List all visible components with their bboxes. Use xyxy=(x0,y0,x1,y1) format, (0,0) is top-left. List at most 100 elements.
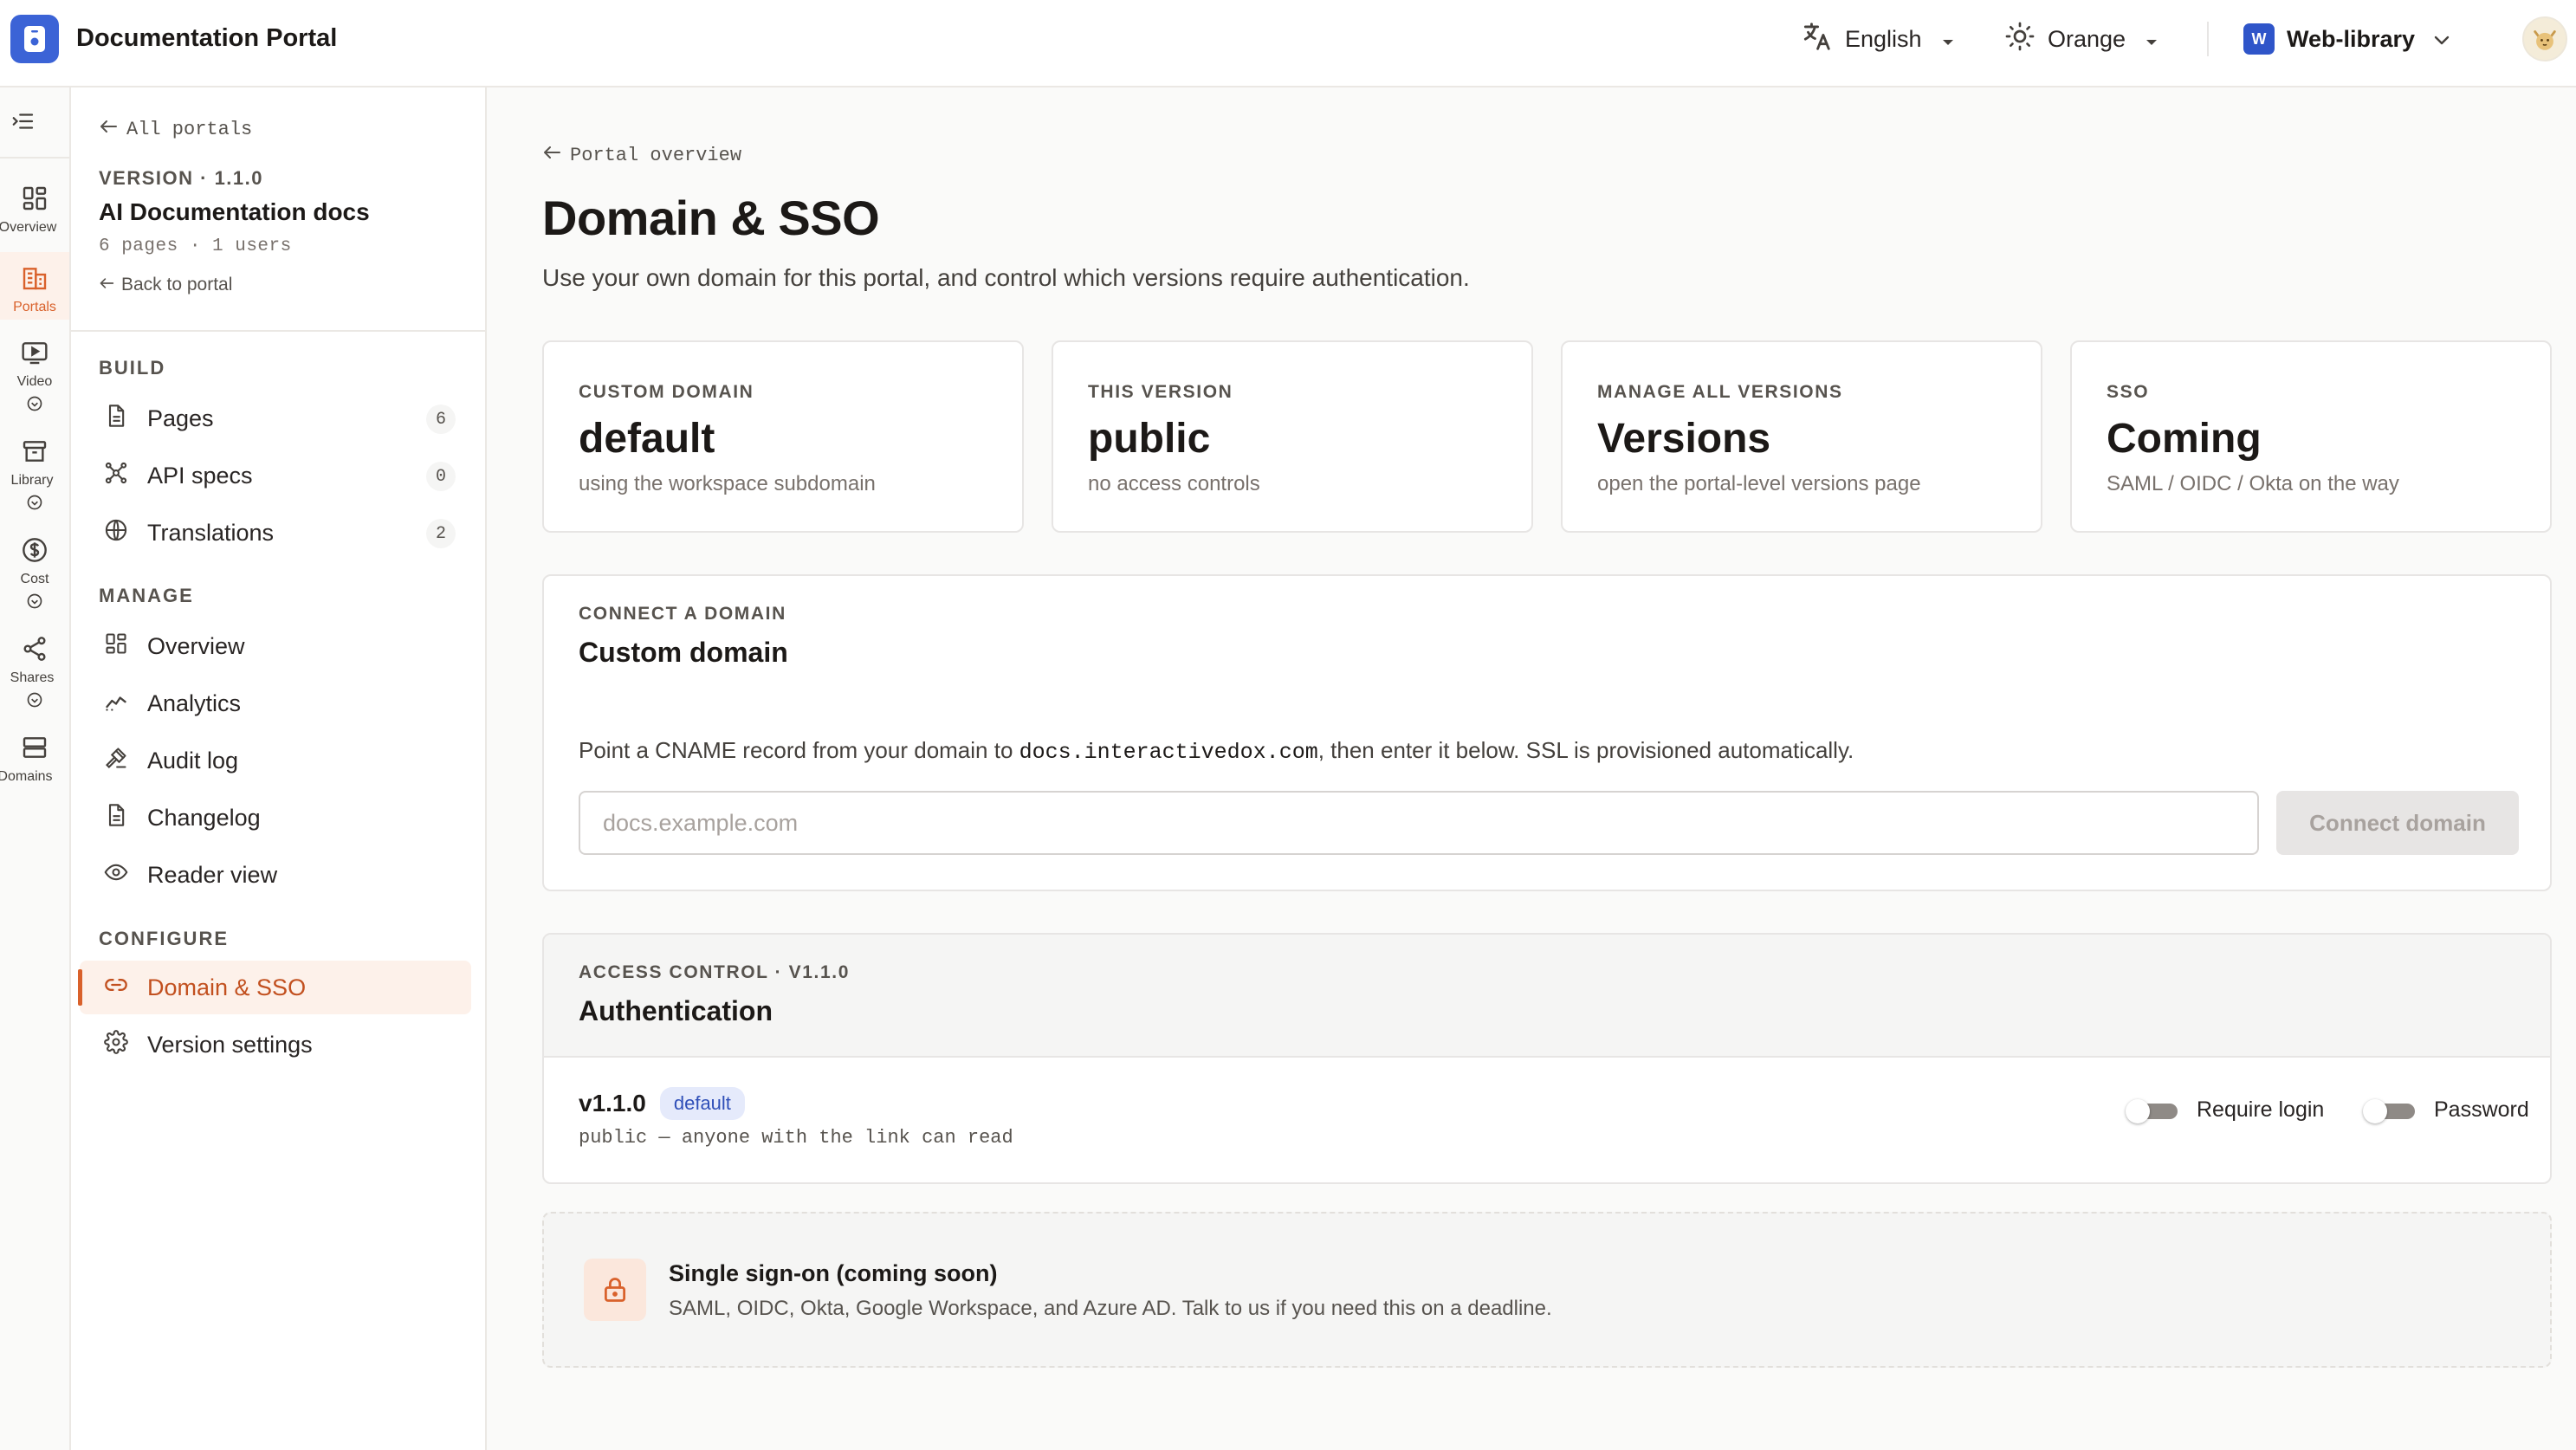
card-title: Custom domain xyxy=(579,637,788,668)
breadcrumb-label: Portal overview xyxy=(570,145,742,166)
grid-icon xyxy=(21,184,49,217)
gavel-icon xyxy=(104,746,128,776)
link-icon xyxy=(104,973,128,1003)
toggle-switch[interactable] xyxy=(2126,1098,2178,1123)
sso-desc: SAML, OIDC, Okta, Google Workspace, and … xyxy=(669,1297,1552,1320)
nav-label: Domain & SSO xyxy=(147,974,307,1000)
nav-item-changelog[interactable]: Changelog xyxy=(80,791,471,845)
chevron-down-icon xyxy=(2432,26,2451,53)
cname-text-after: , then enter it below. SSL is provisione… xyxy=(1317,737,1854,763)
app-logo-icon[interactable] xyxy=(10,15,59,63)
rail-item-portals[interactable]: Portals xyxy=(0,252,69,320)
video-icon xyxy=(21,339,49,371)
archive-icon xyxy=(21,437,49,469)
section-configure: CONFIGURE xyxy=(99,928,229,949)
rail-label: Cost xyxy=(20,572,49,586)
stat-key: SSO xyxy=(2107,382,2150,402)
cname-text-before: Point a CNAME record from your domain to xyxy=(579,737,1019,763)
rail-item-cost[interactable]: Cost xyxy=(0,536,69,614)
rail-item-shares[interactable]: Shares xyxy=(0,635,69,713)
card-kicker: ACCESS CONTROL · V1.1.0 xyxy=(579,962,850,982)
chevron-circle-icon[interactable] xyxy=(26,592,43,614)
dollar-icon xyxy=(21,536,49,568)
nav-item-audit-log[interactable]: Audit log xyxy=(80,734,471,787)
nav-item-domain-sso[interactable]: Domain & SSO xyxy=(78,961,471,1014)
connect-domain-button[interactable]: Connect domain xyxy=(2276,791,2519,855)
chevron-circle-icon[interactable] xyxy=(26,395,43,417)
nav-label: Analytics xyxy=(147,689,242,716)
breadcrumb[interactable]: Portal overview xyxy=(542,145,741,166)
document-icon xyxy=(104,803,128,833)
stat-card-this-version: THIS VERSION public no access controls xyxy=(1052,340,1533,533)
arrow-left-icon xyxy=(99,119,118,140)
caret-down-icon xyxy=(1941,26,1955,53)
nav-label: Audit log xyxy=(147,747,239,774)
share-icon xyxy=(21,635,49,667)
toggle-label: Password xyxy=(2434,1097,2529,1122)
translate-icon xyxy=(1800,20,1833,59)
nav-item-reader-view[interactable]: Reader view xyxy=(80,848,471,902)
version-access-desc: public — anyone with the link can read xyxy=(579,1127,1013,1149)
rail-label: Domains xyxy=(0,769,53,784)
collapse-sidebar-icon[interactable] xyxy=(10,108,36,139)
toggle-switch[interactable] xyxy=(2363,1098,2415,1123)
stat-desc: no access controls xyxy=(1088,472,1260,495)
stat-card-manage-versions[interactable]: MANAGE ALL VERSIONS Versions open the po… xyxy=(1561,340,2042,533)
workspace-selector[interactable]: W Web-library xyxy=(2243,19,2451,59)
portal-meta: 6 pages · 1 users xyxy=(99,236,292,256)
count-badge: 2 xyxy=(426,519,456,548)
nav-item-api-specs[interactable]: API specs 0 xyxy=(80,449,471,502)
stat-key: MANAGE ALL VERSIONS xyxy=(1597,382,1843,402)
nav-item-pages[interactable]: Pages 6 xyxy=(80,392,471,445)
back-to-portal-link[interactable]: Back to portal xyxy=(99,275,232,295)
topbar-divider xyxy=(2207,22,2209,56)
stat-value: public xyxy=(1088,416,1211,462)
page-title: Domain & SSO xyxy=(542,191,880,245)
password-toggle[interactable]: Password xyxy=(2363,1097,2529,1123)
nav-label: Translations xyxy=(147,519,275,546)
theme-selector[interactable]: Orange xyxy=(2004,19,2159,59)
rail-item-video[interactable]: Video xyxy=(0,339,69,417)
nav-label: Changelog xyxy=(147,804,261,831)
nav-label: Reader view xyxy=(147,861,278,888)
nodes-icon xyxy=(104,461,128,491)
nav-item-analytics[interactable]: Analytics xyxy=(80,676,471,730)
count-badge: 6 xyxy=(426,405,456,434)
card-title: Authentication xyxy=(579,995,773,1026)
rail-item-overview[interactable]: Overview xyxy=(0,184,69,236)
nav-label: API specs xyxy=(147,462,253,489)
grid-icon xyxy=(104,631,128,662)
trend-icon xyxy=(104,689,128,719)
stat-desc: open the portal-level versions page xyxy=(1597,472,1921,495)
server-icon xyxy=(21,734,49,766)
all-portals-link[interactable]: All portals xyxy=(99,119,252,140)
chevron-circle-icon[interactable] xyxy=(26,494,43,515)
workspace-badge: W xyxy=(2243,23,2275,55)
page-subtitle: Use your own domain for this portal, and… xyxy=(542,264,1470,291)
section-build: BUILD xyxy=(99,357,166,379)
top-bar: Documentation Portal English Orange W We… xyxy=(0,0,2576,87)
back-to-portal-label: Back to portal xyxy=(121,275,233,295)
rail-item-library[interactable]: Library xyxy=(0,437,69,515)
building-icon xyxy=(21,264,49,296)
document-icon xyxy=(104,404,128,434)
domain-input[interactable] xyxy=(579,791,2259,855)
nav-item-overview[interactable]: Overview xyxy=(80,619,471,673)
stat-key: THIS VERSION xyxy=(1088,382,1233,402)
nav-item-version-settings[interactable]: Version settings xyxy=(80,1018,471,1071)
nav-label: Pages xyxy=(147,405,214,431)
require-login-toggle[interactable]: Require login xyxy=(2126,1097,2324,1123)
chevron-circle-icon[interactable] xyxy=(26,691,43,713)
language-selector[interactable]: English xyxy=(1800,19,1955,59)
sso-title: Single sign-on (coming soon) xyxy=(669,1260,998,1286)
rail-label: Video xyxy=(16,374,53,389)
stat-value: Coming xyxy=(2107,416,2262,462)
globe-icon xyxy=(104,518,128,548)
rail-item-domains[interactable]: Domains xyxy=(0,734,69,785)
cname-target: docs.interactivedox.com xyxy=(1019,740,1318,765)
user-avatar[interactable] xyxy=(2522,16,2567,61)
rail-label: Overview xyxy=(0,220,57,235)
card-kicker: CONNECT A DOMAIN xyxy=(579,604,786,624)
portal-name: AI Documentation docs xyxy=(99,198,370,225)
nav-item-translations[interactable]: Translations 2 xyxy=(80,506,471,560)
